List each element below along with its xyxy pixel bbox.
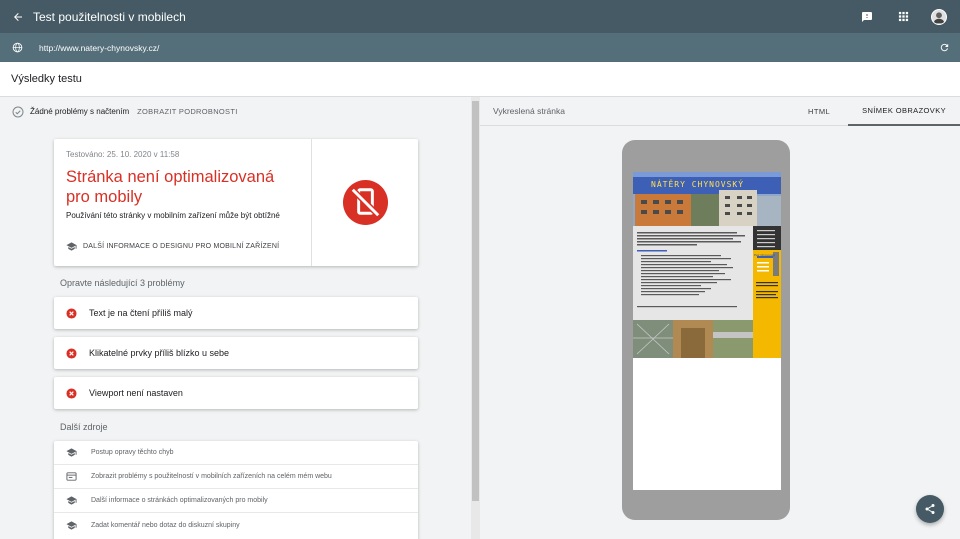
refresh-button[interactable]: [928, 42, 960, 53]
school-icon: [66, 520, 77, 530]
tab-html[interactable]: HTML: [794, 97, 844, 126]
tested-timestamp: Testováno: 25. 10. 2020 v 11:58: [66, 150, 180, 159]
scrollbar-thumb[interactable]: [472, 101, 479, 501]
resource-item-fix-guide[interactable]: Postup opravy těchto chyb: [54, 441, 418, 465]
page-screenshot: NÁTĚRY CHYNOVSKÝ Petr Chynovský: [633, 172, 781, 490]
resource-label: Zobrazit problémy s použitelností v mobi…: [91, 473, 332, 480]
refresh-icon: [940, 43, 948, 52]
verdict-illustration: [311, 139, 418, 266]
school-icon: [66, 242, 77, 251]
share-icon: [925, 504, 935, 514]
avatar: [931, 8, 947, 25]
user-icon: [933, 11, 945, 23]
issue-label: Text je na čtení příliš malý: [89, 308, 193, 318]
resources-heading: Další zdroje: [60, 422, 108, 432]
results-header: Výsledky testu: [0, 62, 960, 97]
tab-screenshot[interactable]: SNÍMEK OBRAZOVKY: [848, 97, 960, 126]
show-details-link[interactable]: ZOBRAZIT PODROBNOSTI: [137, 107, 237, 116]
mobile-off-icon: [342, 179, 388, 226]
issue-label: Klikatelné prvky příliš blízko u sebe: [89, 348, 230, 358]
error-x-icon: [66, 347, 77, 359]
tested-url[interactable]: http://www.natery-chynovsky.cz/: [39, 43, 928, 53]
back-button[interactable]: [0, 0, 36, 33]
school-icon: [66, 496, 77, 505]
error-x-icon: [66, 307, 77, 319]
site-banner-title: NÁTĚRY CHYNOVSKÝ: [651, 180, 745, 189]
apps-grid-icon: [898, 11, 908, 22]
resource-item-mobile-friendly-info[interactable]: Další informace o stránkách optimalizova…: [54, 489, 418, 513]
resource-item-discussion-group[interactable]: Zadat komentář nebo dotaz do diskuzní sk…: [54, 513, 418, 537]
feedback-button[interactable]: [854, 4, 880, 30]
error-x-icon: [66, 387, 77, 399]
load-status-row: Žádné problémy s načtením ZOBRAZIT PODRO…: [0, 97, 471, 126]
resource-label: Postup opravy těchto chyb: [91, 449, 174, 456]
mobile-design-link[interactable]: DALŠÍ INFORMACE O DESIGNU PRO MOBILNÍ ZA…: [66, 241, 279, 252]
resource-label: Zadat komentář nebo dotaz do diskuzní sk…: [91, 521, 240, 529]
web-report-icon: [66, 472, 77, 481]
resources-card: Postup opravy těchto chyb Zobrazit probl…: [54, 441, 418, 539]
results-scrollbar[interactable]: [471, 97, 480, 539]
check-circle-icon: [12, 106, 24, 117]
issues-heading: Opravte následující 3 problémy: [60, 278, 185, 288]
verdict-headline: Stránka není optimalizovaná pro mobily: [66, 168, 275, 206]
resource-item-site-report[interactable]: Zobrazit problémy s použitelností v mobi…: [54, 465, 418, 489]
apps-button[interactable]: [890, 4, 916, 30]
issue-label: Viewport není nastaven: [89, 388, 183, 398]
results-pane: Žádné problémy s načtením ZOBRAZIT PODRO…: [0, 97, 471, 539]
issue-item-clickable-too-close[interactable]: Klikatelné prvky příliš blízko u sebe: [54, 337, 418, 369]
account-button[interactable]: [926, 4, 952, 30]
issue-item-text-too-small[interactable]: Text je na čtení příliš malý: [54, 297, 418, 329]
site-owner-name: Petr Chynovský: [754, 253, 776, 257]
share-button[interactable]: [916, 495, 944, 523]
phone-frame: NÁTĚRY CHYNOVSKÝ Petr Chynovský: [622, 140, 790, 520]
app-title: Test použitelnosti v mobilech: [33, 9, 186, 24]
rendered-page-pane: Vykreslená stránka HTML SNÍMEK OBRAZOVKY: [480, 97, 960, 539]
globe-icon: [12, 42, 22, 53]
url-bar: http://www.natery-chynovsky.cz/: [0, 33, 960, 62]
verdict-subtext: Používání této stránky v mobilním zaříze…: [66, 211, 280, 220]
verdict-card: Testováno: 25. 10. 2020 v 11:58 Stránka …: [54, 139, 418, 266]
issue-item-viewport-not-set[interactable]: Viewport není nastaven: [54, 377, 418, 409]
site-screenshot-image: [633, 172, 781, 490]
arrow-left-icon: [14, 12, 22, 21]
rendered-page-label: Vykreslená stránka: [493, 106, 565, 116]
feedback-icon: [862, 11, 872, 22]
load-status-label: Žádné problémy s načtením: [30, 107, 130, 116]
resource-label: Další informace o stránkách optimalizova…: [91, 497, 268, 504]
results-title: Výsledky testu: [11, 73, 82, 85]
app-bar: Test použitelnosti v mobilech: [0, 0, 960, 33]
school-icon: [66, 448, 77, 457]
mobile-design-link-label: DALŠÍ INFORMACE O DESIGNU PRO MOBILNÍ ZA…: [83, 243, 280, 250]
